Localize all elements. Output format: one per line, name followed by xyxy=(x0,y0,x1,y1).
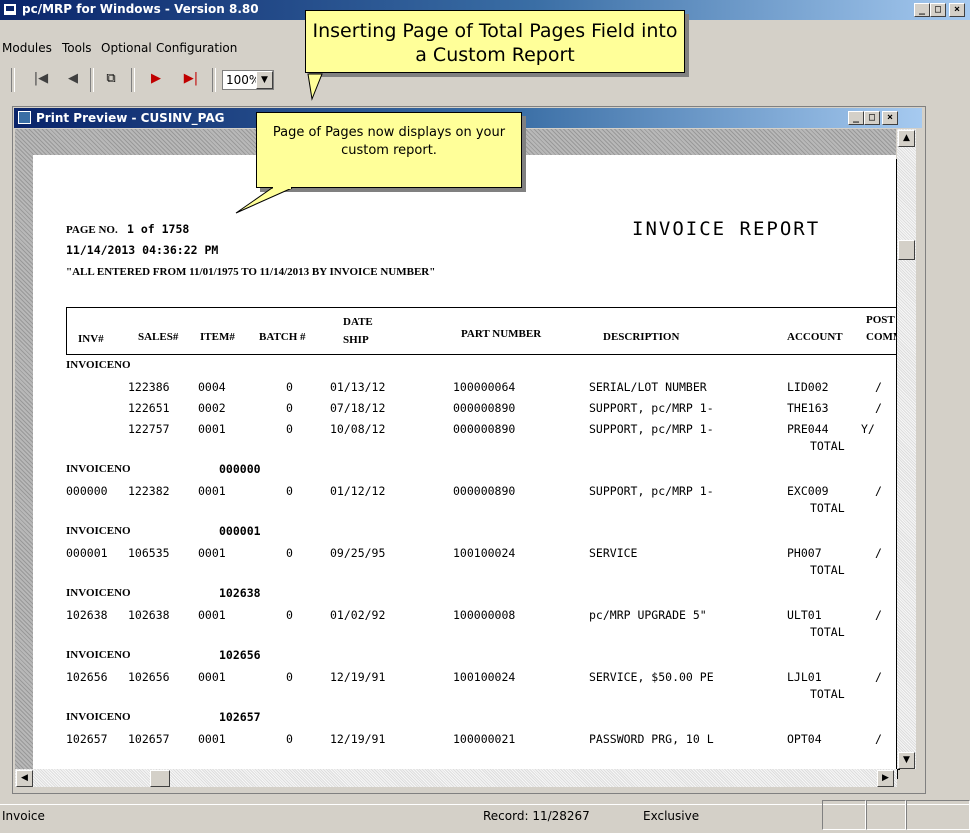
callout-tail xyxy=(307,73,323,101)
callout-pointers xyxy=(235,73,323,214)
note-callout-tail xyxy=(235,187,293,214)
